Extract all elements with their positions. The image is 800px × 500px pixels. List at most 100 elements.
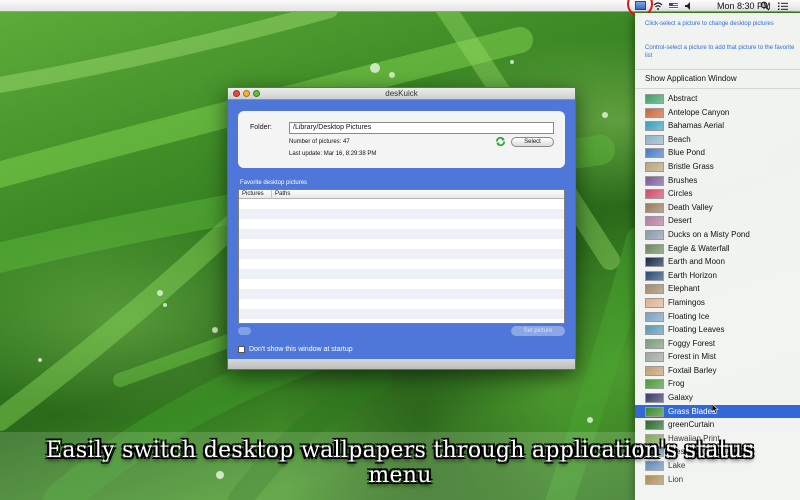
wallpaper-item-label: Circles (668, 189, 693, 199)
wallpaper-item[interactable]: Ducks on a Misty Pond (635, 228, 800, 242)
wallpaper-thumbnail (645, 229, 664, 240)
deskuick-window: desKuick Folder: /Library/Desktop Pictur… (227, 87, 576, 370)
wallpaper-item-label: Grass Blades (668, 406, 717, 416)
wallpaper-item[interactable]: greenCurtain (635, 418, 800, 432)
wallpaper-item-label: Earth Horizon (668, 270, 717, 280)
wallpaper-thumbnail (645, 189, 664, 200)
wallpaper-thumbnail (645, 161, 664, 172)
wallpaper-thumbnail (645, 148, 664, 159)
wallpaper-item[interactable]: Brushes (635, 174, 800, 188)
wallpaper-item-label: Forest in Mist (668, 352, 717, 362)
wallpaper-item-label: Floating Ice (668, 311, 710, 321)
remove-button[interactable] (238, 327, 251, 335)
wallpaper-item[interactable]: Foxtail Barley (635, 364, 800, 378)
wallpaper-item-label: Elephant (668, 284, 700, 294)
wallpaper-item-label: Beach (668, 134, 691, 144)
wallpaper-item-label: Foggy Forest (668, 338, 716, 348)
wallpaper-item[interactable]: Foggy Forest (635, 337, 800, 351)
wallpaper-thumbnail (645, 270, 664, 281)
wallpaper-item[interactable]: Frog (635, 377, 800, 391)
title-bar[interactable]: desKuick (228, 88, 575, 100)
folder-panel: Folder: /Library/Desktop Pictures Number… (238, 111, 565, 168)
wallpaper-item-label: Ducks on a Misty Pond (668, 229, 750, 239)
wallpaper-item-label: Eagle & Waterfall (668, 243, 730, 253)
wallpaper-thumbnail (645, 406, 664, 417)
menu-separator (635, 88, 800, 89)
favorites-table[interactable]: Pictures Paths (238, 189, 565, 324)
wallpaper-thumbnail (645, 297, 664, 308)
wallpaper-item-label: Blue Pond (668, 148, 705, 158)
notification-list-icon[interactable] (777, 0, 789, 12)
set-picture-button[interactable]: Set picture (511, 326, 565, 336)
wallpaper-item-label: Floating Leaves (668, 325, 725, 335)
select-button[interactable]: Select (511, 137, 554, 147)
folder-path-field[interactable]: /Library/Desktop Pictures (289, 122, 554, 134)
wallpaper-item-label: Bahamas Aerial (668, 121, 725, 131)
wallpaper-item[interactable]: Antelope Canyon (635, 106, 800, 120)
wallpaper-thumbnail (645, 284, 664, 295)
wifi-icon[interactable] (653, 0, 663, 12)
wallpaper-item[interactable]: Desert (635, 214, 800, 228)
wallpaper-item[interactable]: Death Valley (635, 201, 800, 215)
last-update: Last update: Mar 16, 8:29:38 PM (289, 151, 377, 157)
wallpaper-item-label: Earth and Moon (668, 257, 725, 267)
wallpaper-item[interactable]: Beach (635, 133, 800, 147)
volume-icon[interactable] (684, 0, 694, 12)
favorites-label: Favorite desktop pictures (240, 180, 308, 186)
refresh-icon[interactable] (495, 136, 506, 147)
wallpaper-item[interactable]: Earth Horizon (635, 269, 800, 283)
wallpaper-item[interactable]: Bahamas Aerial (635, 119, 800, 133)
wallpaper-item[interactable]: Floating Leaves (635, 323, 800, 337)
wallpaper-item[interactable]: Circles (635, 187, 800, 201)
mouse-cursor-icon (712, 404, 719, 414)
wallpaper-thumbnail (645, 338, 664, 349)
wallpaper-item[interactable]: Bristle Grass (635, 160, 800, 174)
wallpaper-item[interactable]: Earth and Moon (635, 255, 800, 269)
deskuick-status-icon[interactable] (635, 1, 646, 10)
column-pictures[interactable]: Pictures (242, 190, 272, 199)
caption-text: Easily switch desktop wallpapers through… (46, 438, 754, 488)
wallpaper-item[interactable]: Abstract (635, 92, 800, 106)
wallpaper-thumbnail (645, 379, 664, 390)
wallpaper-thumbnail (645, 420, 664, 431)
window-title: desKuick (385, 89, 418, 98)
hint-click-select: Click-select a picture to change desktop… (645, 21, 774, 27)
wallpaper-thumbnail (645, 393, 664, 404)
menu-separator (635, 69, 800, 70)
wallpaper-item[interactable]: Blue Pond (635, 146, 800, 160)
wallpaper-thumbnail (645, 175, 664, 186)
spotlight-search-icon[interactable] (760, 0, 770, 12)
menu-bar: Mon 8:30 PM (0, 0, 800, 17)
wallpaper-item-label: Flamingos (668, 297, 705, 307)
wallpaper-item-label: Abstract (668, 94, 698, 103)
hint-control-select: Control-select a picture to add that pic… (645, 45, 795, 59)
wallpaper-item[interactable]: Eagle & Waterfall (635, 242, 800, 256)
wallpaper-thumbnail (645, 352, 664, 363)
table-rows[interactable] (239, 199, 564, 323)
wallpaper-list: Abstract Antelope Canyon Bahamas Aerial Bea… (635, 92, 800, 486)
show-application-window-item[interactable]: Show Application Window (645, 74, 737, 83)
wallpaper-thumbnail (645, 94, 664, 104)
wallpaper-thumbnail (645, 325, 664, 336)
wallpaper-thumbnail (645, 216, 664, 227)
window-bottom-bar (228, 359, 575, 369)
us-flag-icon[interactable] (669, 3, 678, 9)
wallpaper-item-label: greenCurtain (668, 420, 715, 430)
startup-checkbox[interactable] (238, 346, 245, 353)
wallpaper-item[interactable]: Forest in Mist (635, 350, 800, 364)
number-of-pictures: Number of pictures: 47 (289, 139, 350, 145)
table-header: Pictures Paths (239, 190, 564, 199)
wallpaper-item[interactable]: Floating Ice (635, 310, 800, 324)
wallpaper-item[interactable]: Galaxy (635, 391, 800, 405)
wallpaper-thumbnail (645, 107, 664, 118)
folder-label: Folder: (250, 124, 272, 131)
wallpaper-thumbnail (645, 243, 664, 254)
wallpaper-thumbnail (645, 311, 664, 322)
startup-checkbox-label: Don't show this window at startup (249, 346, 353, 353)
wallpaper-item-label: Brushes (668, 175, 698, 185)
wallpaper-item[interactable]: Flamingos (635, 296, 800, 310)
wallpaper-item-label: Antelope Canyon (668, 107, 730, 117)
wallpaper-thumbnail (645, 121, 664, 132)
column-paths[interactable]: Paths (275, 190, 290, 199)
wallpaper-item[interactable]: Elephant (635, 282, 800, 296)
